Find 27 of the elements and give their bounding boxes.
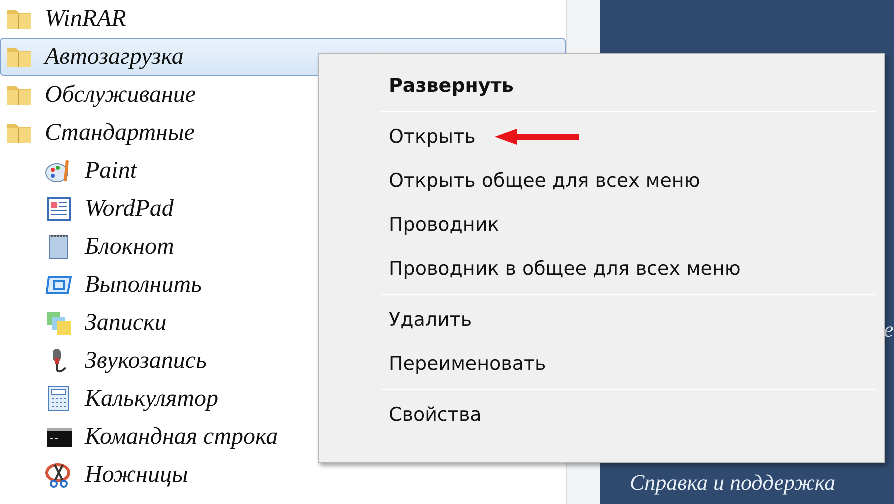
program-label: Выполнить <box>85 271 202 300</box>
program-label: Автозагрузка <box>45 43 184 72</box>
document-icon <box>45 195 73 223</box>
program-label: Блокнот <box>85 233 174 262</box>
program-label: Калькулятор <box>85 385 219 414</box>
menu-item[interactable]: Открыть <box>319 115 476 159</box>
right-panel-link[interactable]: е <box>884 313 894 346</box>
program-label: Ножницы <box>85 461 188 490</box>
program-label: WordPad <box>85 195 174 224</box>
program-label: Стандартные <box>45 119 195 148</box>
program-item[interactable]: WinRAR <box>0 0 566 38</box>
menu-item[interactable]: Проводник <box>319 203 500 247</box>
program-label: Записки <box>85 309 167 338</box>
sticky-notes-icon <box>45 309 73 337</box>
program-item[interactable]: Ножницы <box>0 456 566 494</box>
menu-item[interactable]: Открыть общее для всех меню <box>319 159 700 203</box>
program-label: Звукозапись <box>85 347 207 376</box>
program-label: Командная строка <box>85 423 278 452</box>
program-label: WinRAR <box>45 5 126 34</box>
menu-item[interactable]: Свойства <box>319 393 482 437</box>
scissors-icon <box>45 461 73 489</box>
program-label: Обслуживание <box>45 81 196 110</box>
menu-item[interactable]: Удалить <box>319 298 472 342</box>
menu-item[interactable]: Переименовать <box>319 342 546 386</box>
help-link[interactable]: Справка и поддержка <box>630 466 836 499</box>
menu-item[interactable]: Проводник в общее для всех меню <box>319 247 741 291</box>
program-label: Paint <box>85 157 137 186</box>
